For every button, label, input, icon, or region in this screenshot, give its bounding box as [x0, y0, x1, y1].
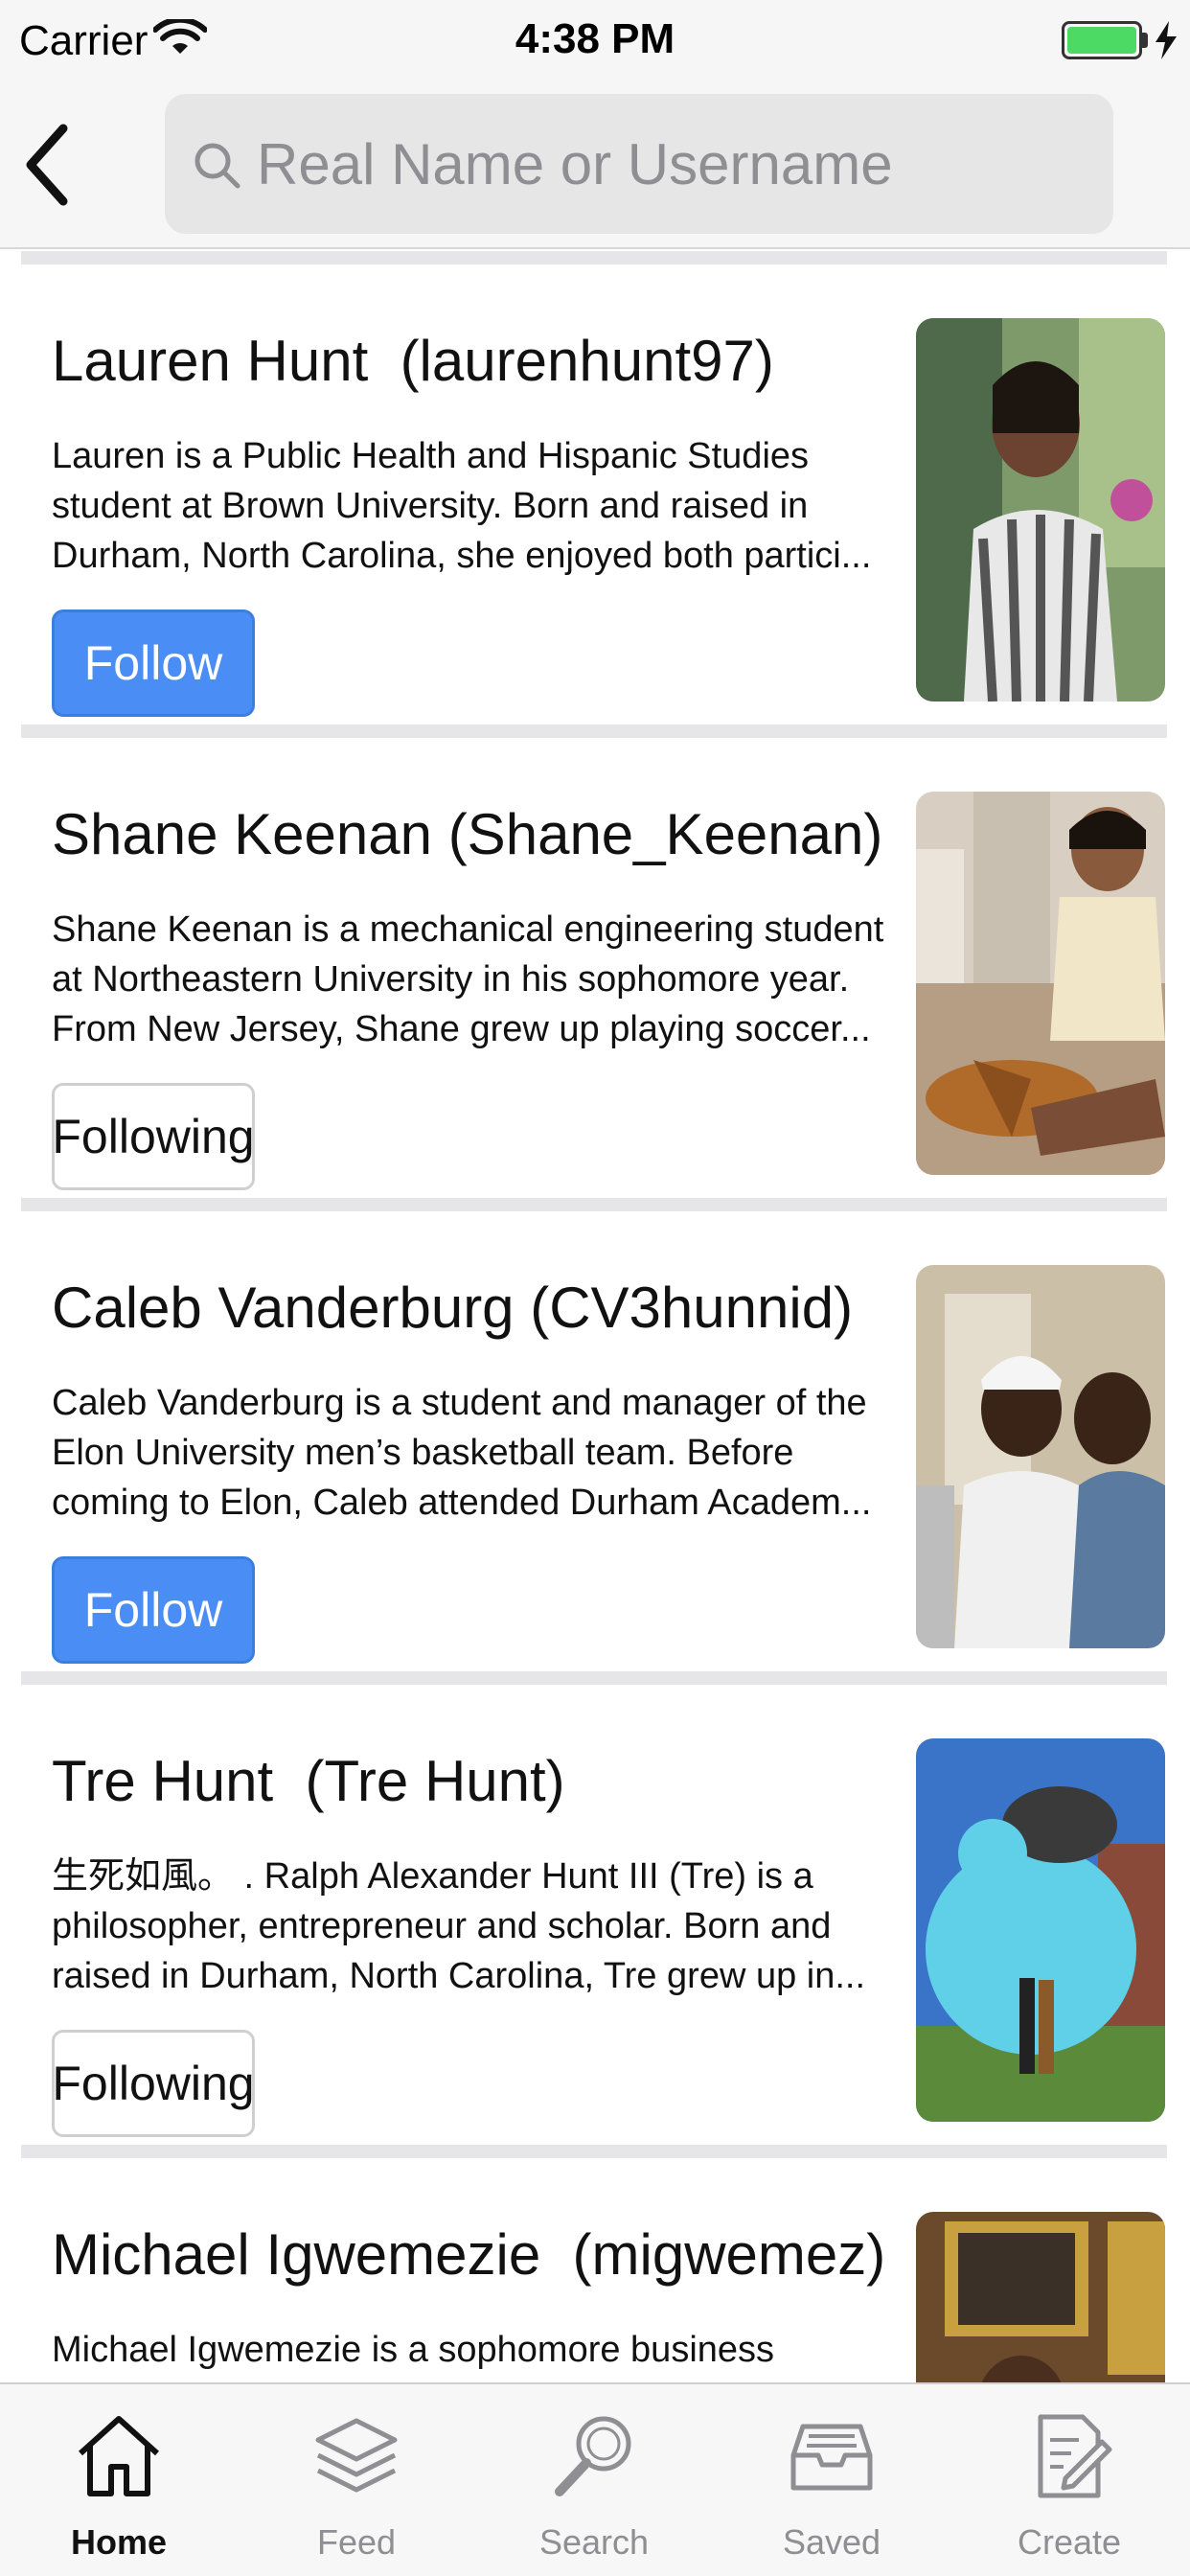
search-input[interactable]: [257, 121, 1081, 207]
user-card[interactable]: Shane Keenan (Shane_Keenan) Shane Keenan…: [0, 738, 1190, 1198]
archive-box-icon: [790, 2424, 873, 2491]
search-icon: [195, 143, 240, 189]
tab-label: Feed: [316, 2522, 397, 2562]
divider: [21, 2145, 1167, 2158]
user-name: Caleb Vanderburg (CV3hunnid): [52, 1276, 854, 1340]
following-button[interactable]: Following: [52, 2030, 255, 2137]
user-card[interactable]: Caleb Vanderburg (CV3hunnid) Caleb Vande…: [0, 1211, 1190, 1671]
tab-label: Saved: [782, 2522, 881, 2562]
divider: [21, 1671, 1167, 1685]
back-chevron-icon[interactable]: [19, 119, 77, 211]
user-card[interactable]: Tre Hunt (Tre Hunt) 生死如風。 . Ralph Alexan…: [0, 1685, 1190, 2145]
battery-tip: [1142, 33, 1148, 48]
following-button[interactable]: Following: [52, 1083, 255, 1190]
tab-create[interactable]: Create: [950, 2384, 1188, 2576]
user-name: Michael Igwemezie (migwemez): [52, 2222, 886, 2287]
divider: [21, 251, 1167, 264]
search-bar[interactable]: [165, 94, 1113, 234]
tab-label: Search: [538, 2522, 650, 2562]
tab-search[interactable]: Search: [475, 2384, 713, 2576]
user-bio: Shane Keenan is a mechanical engineering…: [52, 909, 884, 1049]
user-card[interactable]: Lauren Hunt (laurenhunt97) Lauren is a P…: [0, 264, 1190, 724]
status-bar: Carrier 4:38 PM: [0, 0, 1190, 80]
user-bio: Caleb Vanderburg is a student and manage…: [52, 1383, 872, 1523]
tab-saved[interactable]: Saved: [713, 2384, 950, 2576]
magnifier-icon: [555, 2416, 631, 2496]
battery-icon: [1062, 21, 1142, 59]
user-list: Lauren Hunt (laurenhunt97) Lauren is a P…: [0, 251, 1190, 2576]
clock: 4:38 PM: [515, 15, 675, 62]
profile-photo[interactable]: [916, 792, 1165, 1175]
navigation-bar: [0, 80, 1190, 249]
divider: [21, 724, 1167, 738]
profile-photo[interactable]: [916, 1738, 1165, 2122]
profile-photo[interactable]: [916, 1265, 1165, 1648]
tab-label: Create: [1017, 2522, 1122, 2562]
layers-icon: [315, 2418, 398, 2493]
charging-bolt-icon: [1156, 21, 1177, 59]
user-name: Shane Keenan (Shane_Keenan): [52, 802, 883, 866]
user-bio: 生死如風。 . Ralph Alexander Hunt III (Tre) i…: [52, 1856, 866, 1996]
tab-home[interactable]: Home: [0, 2384, 238, 2576]
divider: [21, 1198, 1167, 1211]
user-name: Lauren Hunt (laurenhunt97): [52, 329, 774, 393]
tab-bar: Home Feed Search Saved Create: [0, 2382, 1190, 2576]
user-name: Tre Hunt (Tre Hunt): [52, 1749, 565, 1813]
user-bio: Lauren is a Public Health and Hispanic S…: [52, 436, 872, 576]
compose-icon: [1038, 2414, 1112, 2498]
profile-photo[interactable]: [916, 318, 1165, 702]
follow-button[interactable]: Follow: [52, 610, 255, 717]
home-icon: [78, 2416, 160, 2496]
tab-feed[interactable]: Feed: [238, 2384, 475, 2576]
follow-button[interactable]: Follow: [52, 1556, 255, 1664]
tab-label: Home: [70, 2522, 168, 2562]
